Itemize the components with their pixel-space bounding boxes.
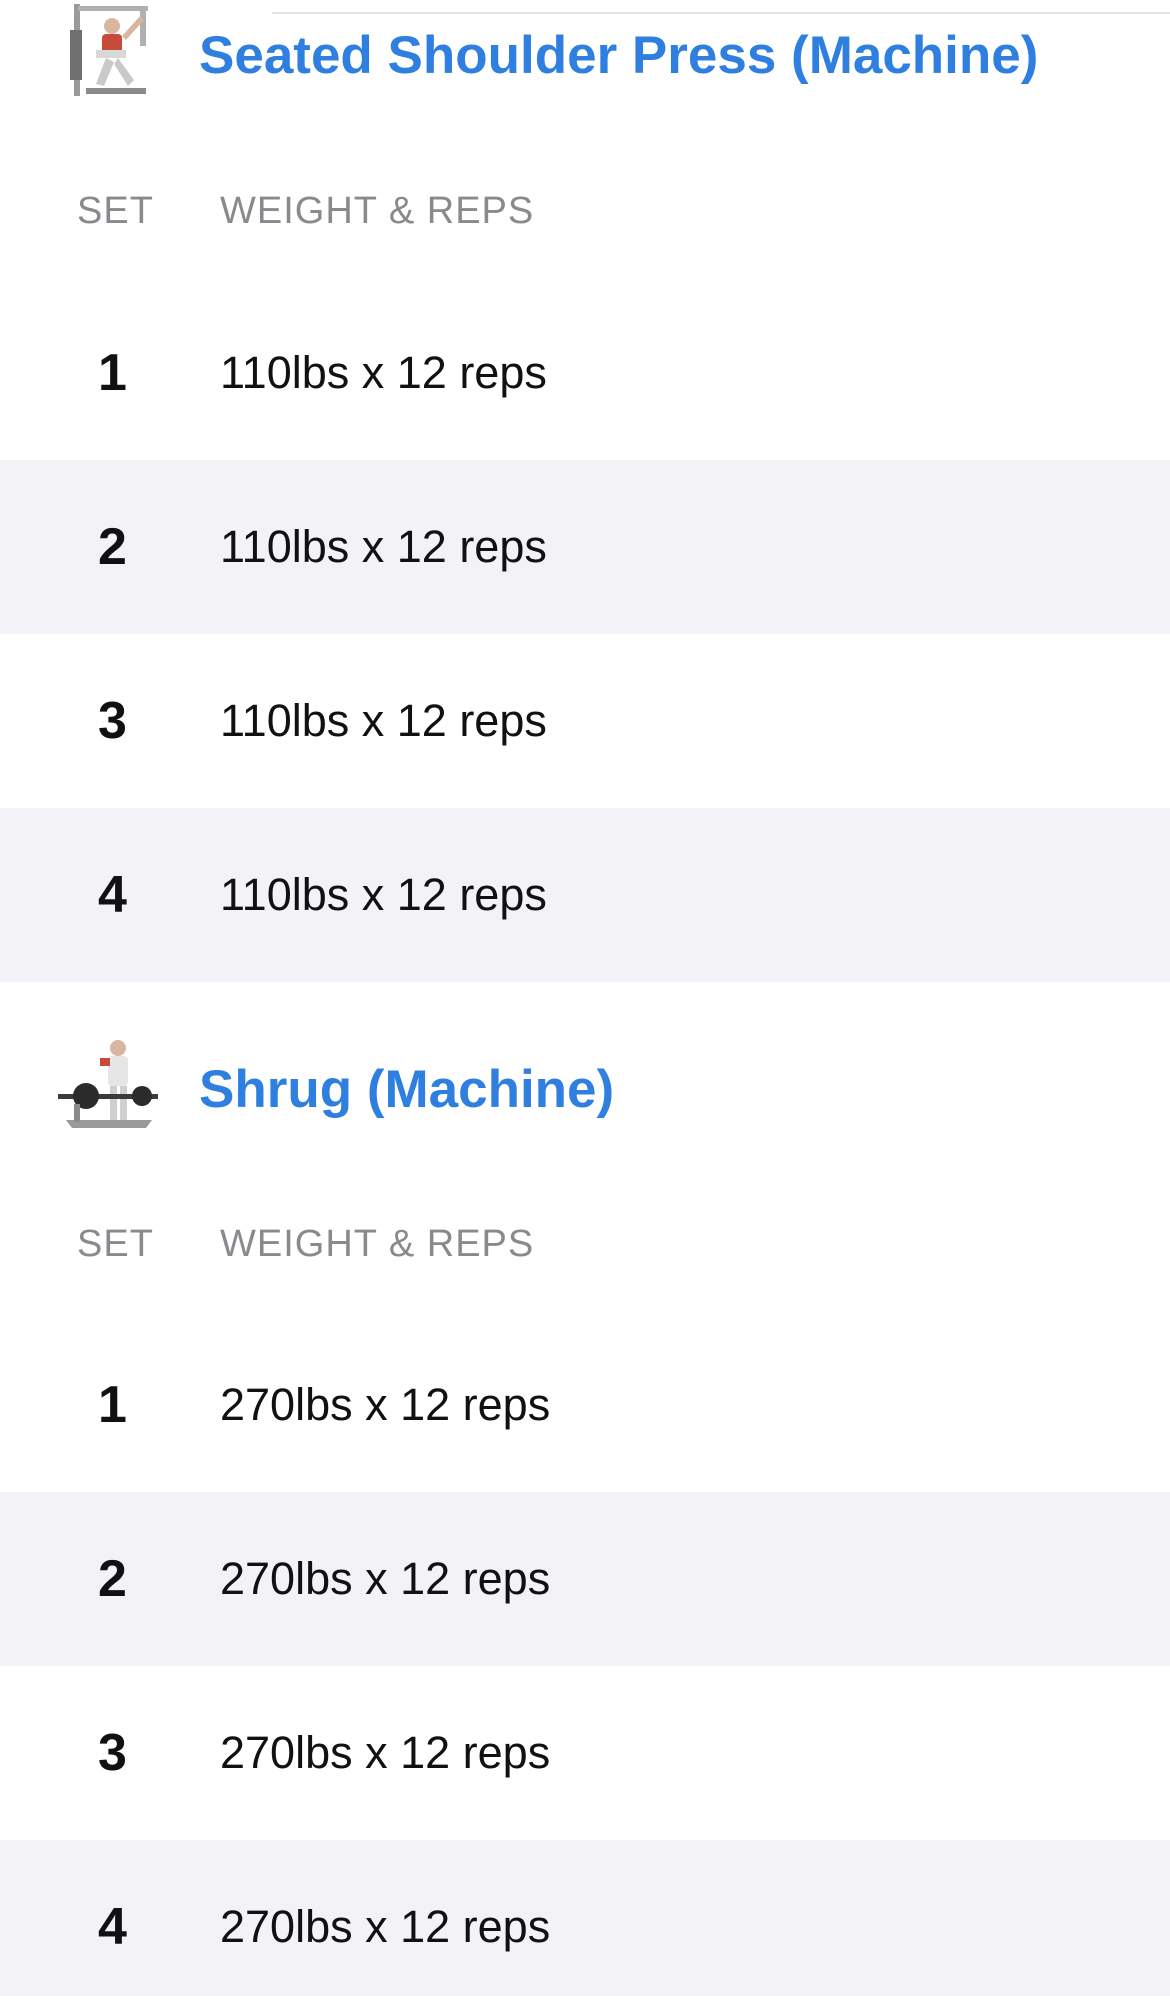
set-row[interactable]: 4 110lbs x 12 reps	[0, 808, 1170, 982]
set-number: 3	[98, 1724, 127, 1782]
set-weight-reps: 110lbs x 12 reps	[220, 869, 547, 920]
set-weight-reps: 270lbs x 12 reps	[220, 1727, 551, 1778]
set-row[interactable]: 4 270lbs x 12 reps	[0, 1840, 1170, 1996]
set-column-label: SET	[77, 190, 154, 232]
exercise-header[interactable]: Seated Shoulder Press (Machine)	[0, 0, 1170, 120]
exercise-header[interactable]: Shrug (Machine)	[0, 1034, 1170, 1154]
set-weight-reps: 110lbs x 12 reps	[220, 521, 547, 572]
set-number: 1	[98, 344, 127, 402]
column-header: SET WEIGHT & REPS	[0, 1214, 1170, 1274]
set-number: 3	[98, 692, 127, 750]
set-weight-reps: 110lbs x 12 reps	[220, 695, 547, 746]
set-weight-reps: 270lbs x 12 reps	[220, 1553, 551, 1604]
set-number: 2	[98, 518, 127, 576]
shrug-machine-icon	[56, 1034, 164, 1142]
exercise-title[interactable]: Shrug (Machine)	[199, 1058, 614, 1122]
set-number: 4	[98, 1898, 127, 1956]
set-row[interactable]: 3 270lbs x 12 reps	[0, 1666, 1170, 1840]
column-header: SET WEIGHT & REPS	[0, 181, 1170, 241]
weight-reps-column-label: WEIGHT & REPS	[220, 190, 535, 232]
set-weight-reps: 270lbs x 12 reps	[220, 1379, 551, 1430]
set-row[interactable]: 3 110lbs x 12 reps	[0, 634, 1170, 808]
set-number: 1	[98, 1376, 127, 1434]
set-column-label: SET	[77, 1223, 154, 1265]
set-row[interactable]: 2 110lbs x 12 reps	[0, 460, 1170, 634]
set-number: 2	[98, 1550, 127, 1608]
set-row[interactable]: 1 110lbs x 12 reps	[0, 286, 1170, 460]
set-weight-reps: 110lbs x 12 reps	[220, 347, 547, 398]
exercise-title[interactable]: Seated Shoulder Press (Machine)	[199, 24, 1038, 88]
set-number: 4	[98, 866, 127, 924]
set-row[interactable]: 2 270lbs x 12 reps	[0, 1492, 1170, 1666]
shoulder-press-machine-icon	[56, 0, 164, 108]
weight-reps-column-label: WEIGHT & REPS	[220, 1223, 535, 1265]
set-row[interactable]: 1 270lbs x 12 reps	[0, 1318, 1170, 1492]
set-weight-reps: 270lbs x 12 reps	[220, 1901, 551, 1952]
